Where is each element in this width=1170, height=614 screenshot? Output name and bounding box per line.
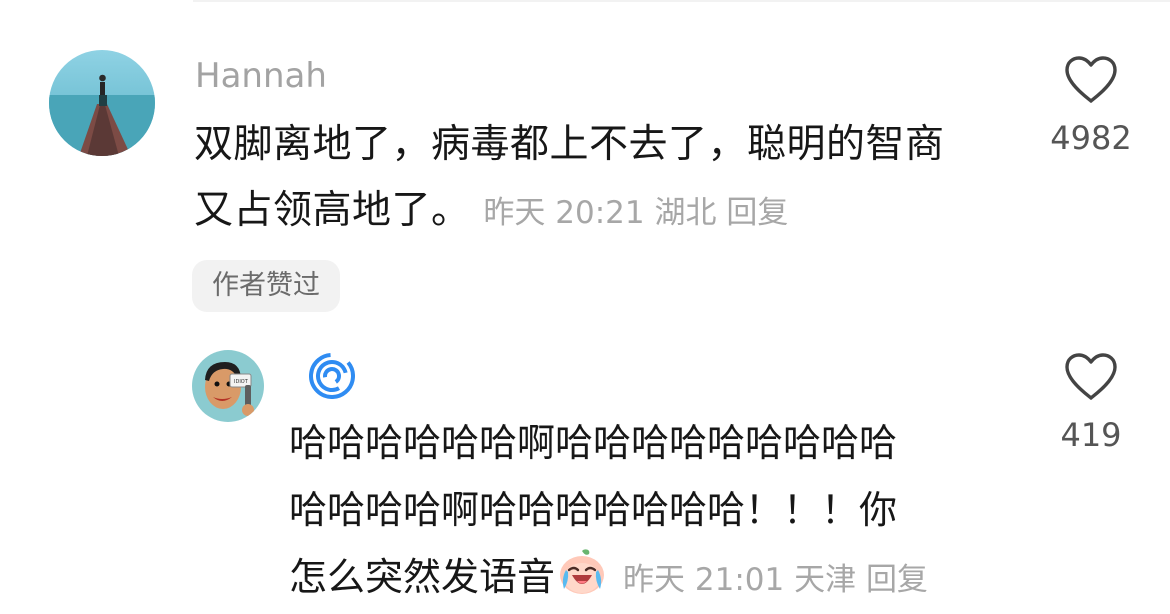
reply-text-line-3-content: 怎么突然发语音 [289, 555, 556, 599]
svg-text:IDIOT: IDIOT [234, 379, 249, 385]
reply-reply-link[interactable]: 回复 [866, 562, 928, 598]
crying-laughing-emoji [560, 549, 605, 594]
comment-username[interactable]: Hannah [195, 56, 327, 96]
like-count: 4982 [1050, 119, 1132, 157]
heart-icon[interactable] [1063, 352, 1119, 402]
comment-time: 昨天 20:21 [483, 195, 645, 231]
blue-swirl-icon[interactable] [309, 353, 355, 399]
comment-location: 湖北 [654, 195, 717, 231]
reply-avatar-image: IDIOT [192, 350, 264, 422]
comment-text-line-1: 双脚离地了，病毒都上不去了，聪明的智商 [194, 122, 945, 167]
author-liked-badge: 作者赞过 [192, 260, 340, 312]
comment-text-line-2-content: 又占领高地了。 [194, 188, 471, 233]
reply-like-count: 419 [1060, 416, 1122, 454]
reply-meta: 昨天 21:01 天津 回复 [609, 562, 928, 598]
comment-text-line-2: 又占领高地了。 昨天 20:21 湖北 回复 [194, 178, 788, 246]
avatar[interactable] [49, 50, 155, 156]
comment-meta: 昨天 20:21 湖北 回复 [483, 195, 788, 231]
comment-reply-link[interactable]: 回复 [726, 195, 788, 231]
top-divider [193, 0, 1170, 2]
reply-avatar[interactable]: IDIOT [192, 350, 264, 422]
heart-icon[interactable] [1063, 55, 1119, 105]
reply-time: 昨天 21:01 [623, 562, 785, 598]
comment-like[interactable]: 4982 [1045, 55, 1137, 157]
reply-text-line-1: 哈哈哈哈哈哈啊哈哈哈哈哈哈哈哈哈 [289, 421, 898, 465]
reply-like[interactable]: 419 [1045, 352, 1137, 454]
reply-text-line-3: 怎么突然发语音 昨天 21:01 天津 回复 [289, 544, 928, 613]
reply-location: 天津 [794, 562, 857, 598]
reply-text-line-2: 哈哈哈哈啊哈哈哈哈哈哈哈！！！你 [289, 488, 898, 532]
avatar-image [49, 50, 155, 156]
